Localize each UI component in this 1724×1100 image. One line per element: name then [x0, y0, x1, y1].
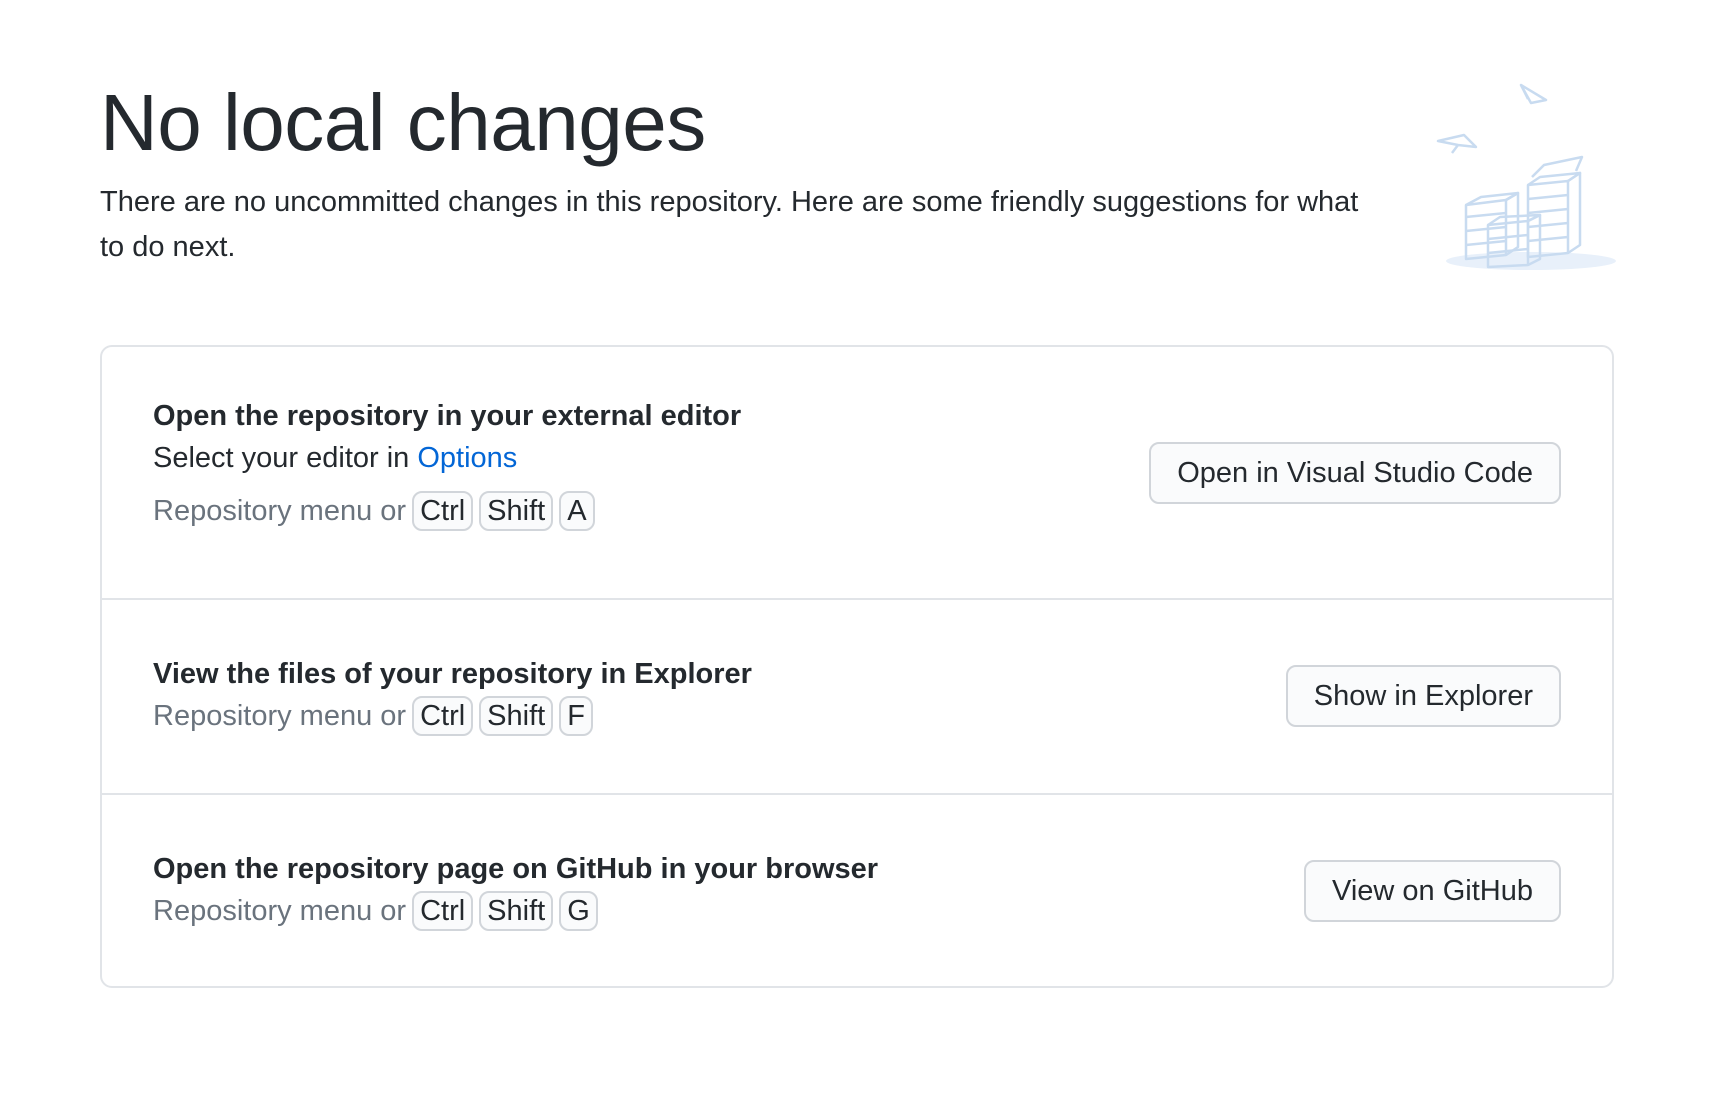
kbd-f: F [559, 696, 593, 736]
suggestion-title: View the files of your repository in Exp… [153, 658, 752, 690]
suggestion-show-explorer: View the files of your repository in Exp… [102, 600, 1612, 795]
kbd-shift: Shift [479, 891, 554, 931]
suggestion-title: Open the repository in your external edi… [153, 400, 742, 432]
suggestion-show-explorer-text: View the files of your repository in Exp… [153, 653, 752, 737]
suggestions-card: Open the repository in your external edi… [100, 345, 1614, 988]
shortcut-prefix: Repository menu or [153, 495, 407, 527]
shortcut-prefix: Repository menu or [153, 895, 407, 927]
kbd-ctrl: Ctrl [412, 891, 474, 931]
suggestion-title: Open the repository page on GitHub in yo… [153, 853, 879, 885]
no-changes-view: No local changes There are no uncommitte… [100, 0, 1616, 988]
kbd-ctrl: Ctrl [412, 696, 474, 736]
kbd-a: A [559, 491, 595, 531]
suggestion-open-editor: Open the repository in your external edi… [102, 347, 1612, 600]
keyboard-shortcut: Repository menu or Ctrl Shift G [153, 890, 878, 932]
kbd-ctrl: Ctrl [412, 491, 474, 531]
header: No local changes There are no uncommitte… [100, 0, 1616, 345]
view-on-github-button[interactable]: View on GitHub [1304, 860, 1561, 922]
suggestion-view-github-text: Open the repository page on GitHub in yo… [153, 848, 878, 932]
suggestion-description: Select your editor in Options [153, 437, 741, 479]
kbd-shift: Shift [479, 696, 554, 736]
keyboard-shortcut: Repository menu or Ctrl Shift A [153, 490, 741, 532]
kbd-g: G [559, 891, 598, 931]
shortcut-prefix: Repository menu or [153, 700, 407, 732]
description-prefix: Select your editor in [153, 442, 418, 474]
page-title: No local changes [100, 78, 706, 167]
open-in-vscode-button[interactable]: Open in Visual Studio Code [1149, 442, 1561, 504]
page-subtitle: There are no uncommitted changes in this… [100, 186, 1359, 263]
kbd-shift: Shift [479, 491, 554, 531]
options-link[interactable]: Options [417, 442, 517, 474]
suggestion-view-github: Open the repository page on GitHub in yo… [102, 795, 1612, 986]
empty-boxes-illustration-icon [1436, 83, 1616, 270]
keyboard-shortcut: Repository menu or Ctrl Shift F [153, 695, 752, 737]
suggestion-open-editor-text: Open the repository in your external edi… [153, 395, 741, 532]
show-in-explorer-button[interactable]: Show in Explorer [1285, 665, 1561, 727]
